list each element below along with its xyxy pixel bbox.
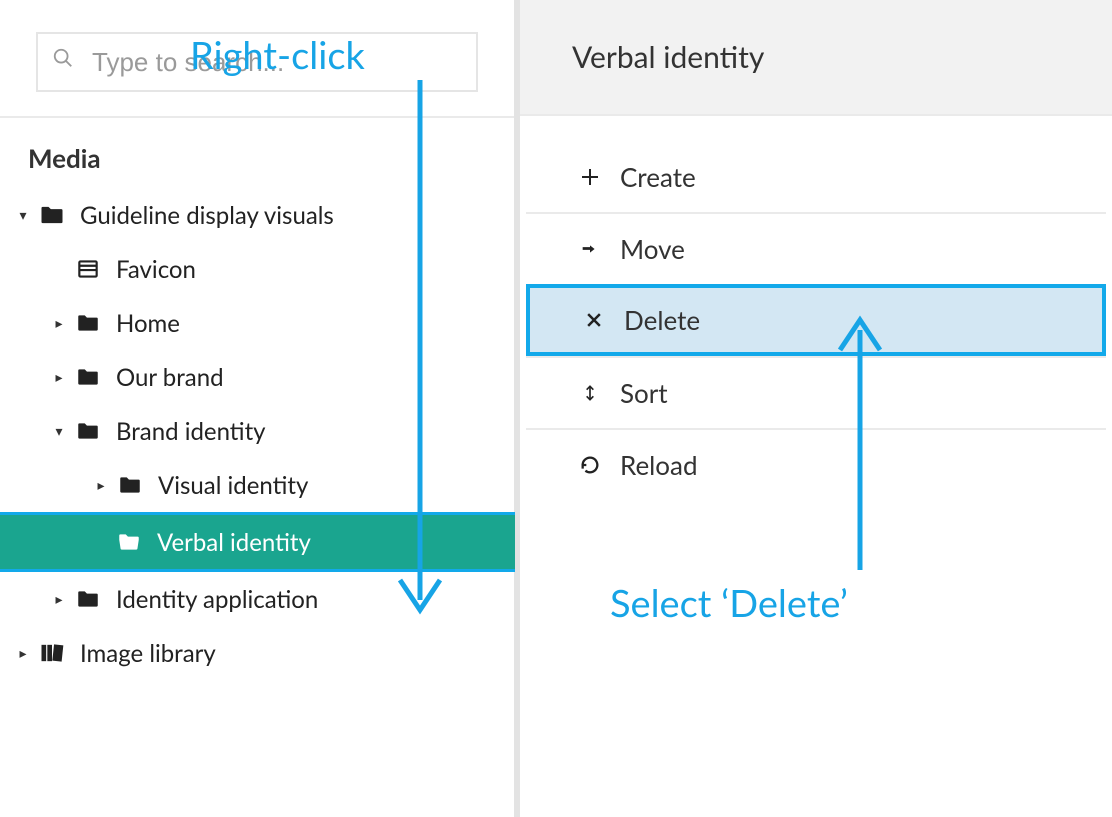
tree-item-verbal-identity[interactable]: Verbal identity bbox=[0, 512, 515, 572]
context-menu: Create Move Delete bbox=[520, 116, 1112, 500]
search-container bbox=[0, 0, 514, 116]
folder-icon bbox=[70, 310, 106, 336]
reload-icon bbox=[564, 454, 616, 476]
caret-right-icon: ▸ bbox=[48, 590, 70, 608]
favicon-icon bbox=[70, 256, 106, 282]
caret-right-icon: ▸ bbox=[12, 644, 34, 662]
sort-icon bbox=[564, 381, 616, 405]
tree-item-image-library[interactable]: ▸ Image library bbox=[0, 626, 514, 680]
tree-item-our-brand[interactable]: ▸ Our brand bbox=[0, 350, 514, 404]
menu-item-create[interactable]: Create bbox=[520, 142, 1112, 212]
menu-item-label: Sort bbox=[616, 377, 668, 409]
menu-item-label: Delete bbox=[620, 304, 700, 336]
tree-item-label: Brand identity bbox=[106, 417, 266, 446]
menu-item-delete[interactable]: Delete bbox=[526, 284, 1106, 356]
plus-icon bbox=[564, 165, 616, 189]
menu-item-sort[interactable]: Sort bbox=[520, 358, 1112, 428]
menu-item-label: Reload bbox=[616, 449, 698, 481]
image-library-icon bbox=[34, 639, 70, 667]
sidebar: Media ▾ Guideline display visuals Favico… bbox=[0, 0, 520, 817]
tree-item-root[interactable]: ▾ Guideline display visuals bbox=[0, 188, 514, 242]
tree-item-brand-identity[interactable]: ▾ Brand identity bbox=[0, 404, 514, 458]
caret-right-icon: ▸ bbox=[90, 476, 112, 494]
folder-icon bbox=[34, 201, 70, 229]
tree-item-label: Image library bbox=[70, 639, 216, 668]
panel-header: Verbal identity bbox=[520, 0, 1112, 116]
tree-item-visual-identity[interactable]: ▸ Visual identity bbox=[0, 458, 514, 512]
tree-item-label: Our brand bbox=[106, 363, 224, 392]
callout-select-delete: Select ‘Delete’ bbox=[610, 580, 848, 626]
tree-item-favicon[interactable]: Favicon bbox=[0, 242, 514, 296]
menu-item-reload[interactable]: Reload bbox=[520, 430, 1112, 500]
folder-icon bbox=[70, 418, 106, 444]
tree-item-label: Favicon bbox=[106, 255, 196, 284]
menu-item-label: Move bbox=[616, 233, 685, 265]
section-title-media: Media bbox=[0, 118, 514, 188]
tree-item-label: Home bbox=[106, 309, 180, 338]
search-input[interactable] bbox=[36, 32, 478, 92]
tree-item-label: Verbal identity bbox=[147, 528, 311, 557]
folder-open-icon bbox=[111, 529, 147, 555]
caret-right-icon: ▸ bbox=[48, 368, 70, 386]
folder-icon bbox=[70, 586, 106, 612]
tree-item-label: Guideline display visuals bbox=[70, 201, 334, 230]
close-icon bbox=[568, 310, 620, 330]
context-menu-panel: Verbal identity Create Move Dele bbox=[520, 0, 1112, 817]
tree-item-identity-application[interactable]: ▸ Identity application bbox=[0, 572, 514, 626]
menu-item-label: Create bbox=[616, 161, 696, 193]
tree-item-label: Identity application bbox=[106, 585, 318, 614]
menu-item-move[interactable]: Move bbox=[520, 214, 1112, 284]
caret-down-icon: ▾ bbox=[12, 206, 34, 224]
folder-icon bbox=[70, 364, 106, 390]
move-icon bbox=[564, 238, 616, 260]
panel-title: Verbal identity bbox=[572, 39, 764, 75]
caret-down-icon: ▾ bbox=[48, 422, 70, 440]
media-tree: ▾ Guideline display visuals Favicon ▸ bbox=[0, 188, 514, 680]
tree-item-home[interactable]: ▸ Home bbox=[0, 296, 514, 350]
folder-icon bbox=[112, 472, 148, 498]
caret-right-icon: ▸ bbox=[48, 314, 70, 332]
tree-item-label: Visual identity bbox=[148, 471, 308, 500]
